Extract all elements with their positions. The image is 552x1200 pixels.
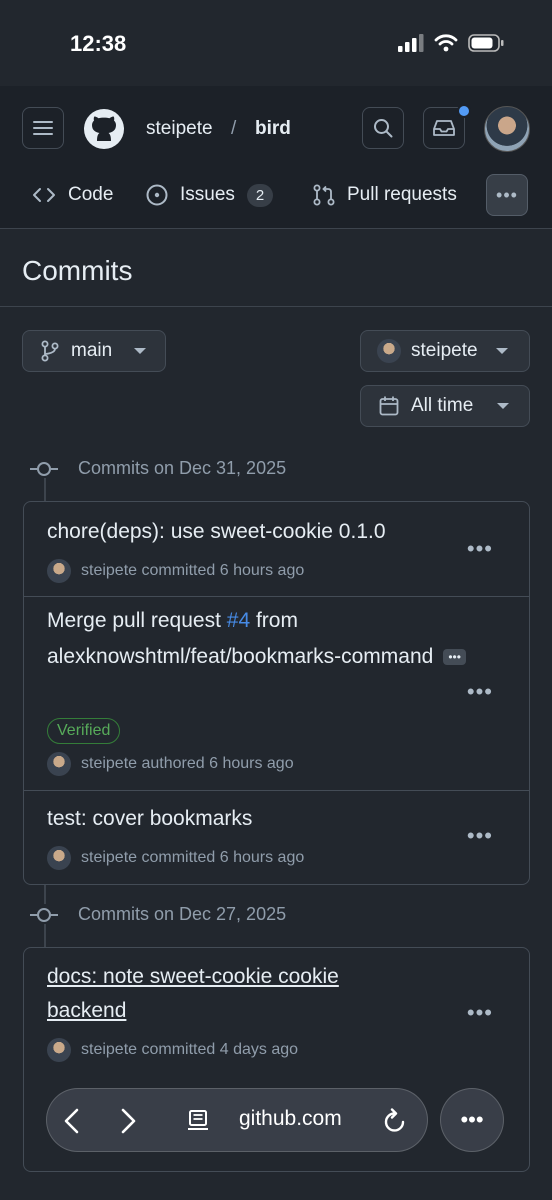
issue-opened-icon bbox=[146, 184, 168, 206]
browser-more-button[interactable]: ••• bbox=[440, 1088, 504, 1152]
git-commit-icon bbox=[30, 907, 58, 922]
browser-toolbar bbox=[46, 1088, 428, 1152]
hamburger-icon bbox=[33, 121, 53, 135]
menu-button[interactable] bbox=[22, 107, 64, 149]
avatar bbox=[47, 752, 71, 776]
pull-request-link[interactable]: #4 bbox=[227, 609, 250, 632]
title-divider bbox=[0, 306, 552, 307]
commit-row[interactable]: chore(deps): use sweet-cookie 0.1.0 stei… bbox=[24, 502, 529, 597]
kebab-horizontal-icon: ••• bbox=[496, 184, 518, 205]
commit-meta-text: steipete committed 4 days ago bbox=[81, 1041, 299, 1058]
reload-icon[interactable] bbox=[383, 1108, 407, 1134]
avatar[interactable] bbox=[484, 106, 530, 152]
status-time: 12:38 bbox=[70, 31, 127, 56]
avatar bbox=[47, 1038, 71, 1062]
tab-issues-label: Issues bbox=[180, 184, 235, 205]
status-icons bbox=[398, 34, 504, 52]
commit-title[interactable]: Merge pull request #4 from alexknowshtml… bbox=[47, 603, 467, 675]
commit-meta: steipete committed 6 hours ago bbox=[47, 846, 304, 870]
notification-dot bbox=[457, 104, 471, 118]
commit-title[interactable]: docs: note sweet-cookie cookie backend bbox=[47, 960, 407, 1028]
tab-code[interactable]: Code bbox=[32, 172, 113, 218]
repo-separator: / bbox=[231, 118, 237, 139]
commit-group-date: Commits on Dec 27, 2025 bbox=[78, 904, 287, 924]
tab-issues[interactable]: Issues 2 bbox=[146, 172, 274, 218]
chevron-down-icon bbox=[495, 348, 508, 354]
time-range-select[interactable]: All time bbox=[360, 385, 530, 427]
search-icon bbox=[374, 119, 393, 138]
battery-icon bbox=[468, 34, 504, 52]
author-select-value: steipete bbox=[411, 340, 478, 361]
kebab-horizontal-icon[interactable]: ••• bbox=[467, 679, 493, 705]
commit-title[interactable]: test: cover bookmarks bbox=[47, 801, 467, 837]
commit-group-header: Commits on Dec 27, 2025 bbox=[30, 904, 286, 925]
status-bar: 12:38 bbox=[0, 0, 552, 86]
repo-owner-link[interactable]: steipete bbox=[146, 118, 213, 140]
chevron-down-icon bbox=[134, 348, 147, 354]
timeline-line bbox=[44, 478, 46, 502]
repo-name-link[interactable]: bird bbox=[255, 118, 291, 140]
commit-group-header: Commits on Dec 31, 2025 bbox=[30, 458, 286, 479]
commit-meta: steipete authored 6 hours ago bbox=[47, 752, 294, 776]
commit-title-text: Merge pull request bbox=[47, 609, 227, 632]
commit-meta-text: steipete committed 6 hours ago bbox=[81, 849, 305, 866]
commit-meta: steipete committed 6 hours ago bbox=[47, 559, 304, 583]
github-logo-icon[interactable] bbox=[83, 108, 125, 155]
signal-icon bbox=[398, 34, 424, 52]
tab-pull-requests-label: Pull requests bbox=[347, 184, 457, 205]
commit-meta-text: steipete authored 6 hours ago bbox=[81, 755, 294, 772]
verified-badge[interactable]: Verified bbox=[47, 718, 121, 744]
search-button[interactable] bbox=[362, 107, 404, 149]
commit-meta-text: steipete committed 6 hours ago bbox=[81, 562, 305, 579]
timeline-line bbox=[44, 924, 46, 948]
kebab-horizontal-icon[interactable]: ••• bbox=[467, 536, 493, 562]
avatar bbox=[47, 559, 71, 583]
wifi-icon bbox=[434, 34, 458, 52]
commit-row[interactable]: test: cover bookmarks steipete committed… bbox=[24, 791, 529, 884]
timeline-line bbox=[44, 884, 46, 904]
expand-message-button[interactable]: ••• bbox=[443, 649, 466, 666]
tab-pull-requests[interactable]: Pull requests bbox=[313, 172, 457, 218]
more-icon: ••• bbox=[460, 1107, 484, 1132]
inbox-icon bbox=[433, 120, 455, 136]
commit-group-date: Commits on Dec 31, 2025 bbox=[78, 458, 287, 478]
author-avatar bbox=[377, 339, 401, 363]
url-bar[interactable]: github.com bbox=[239, 1107, 342, 1131]
commit-meta: steipete committed 4 days ago bbox=[47, 1038, 298, 1062]
more-tabs-button[interactable]: ••• bbox=[486, 174, 528, 216]
forward-chevron-icon[interactable] bbox=[118, 1108, 138, 1134]
chevron-down-icon bbox=[497, 403, 510, 409]
commit-row[interactable]: Merge pull request #4 from alexknowshtml… bbox=[24, 597, 529, 791]
code-icon bbox=[33, 188, 55, 202]
page-title: Commits bbox=[22, 255, 133, 286]
tab-code-label: Code bbox=[68, 184, 114, 205]
issues-count-badge: 2 bbox=[246, 183, 274, 207]
back-chevron-icon[interactable] bbox=[62, 1108, 82, 1134]
calendar-icon bbox=[379, 396, 399, 416]
avatar bbox=[47, 846, 71, 870]
git-branch-icon bbox=[41, 340, 59, 362]
kebab-horizontal-icon[interactable]: ••• bbox=[467, 823, 493, 849]
commit-title[interactable]: chore(deps): use sweet-cookie 0.1.0 bbox=[47, 514, 467, 550]
time-range-value: All time bbox=[411, 395, 474, 416]
commit-row[interactable]: docs: note sweet-cookie cookie backend s… bbox=[24, 948, 529, 1076]
reader-mode-icon[interactable] bbox=[186, 1109, 210, 1133]
branch-select[interactable]: main bbox=[22, 330, 166, 372]
git-pull-request-icon bbox=[313, 184, 335, 206]
branch-select-value: main bbox=[71, 340, 113, 361]
git-commit-icon bbox=[30, 461, 58, 476]
author-select[interactable]: steipete bbox=[360, 330, 530, 372]
kebab-horizontal-icon[interactable]: ••• bbox=[467, 1000, 493, 1026]
commit-list: chore(deps): use sweet-cookie 0.1.0 stei… bbox=[23, 501, 530, 885]
